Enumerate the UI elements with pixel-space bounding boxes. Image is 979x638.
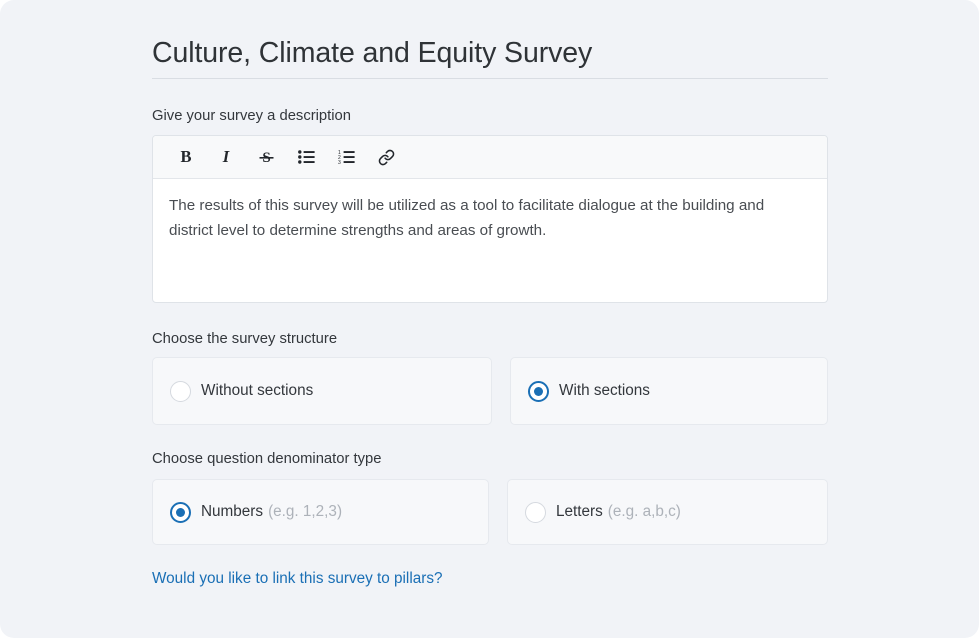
link-survey-to-pillars-link[interactable]: Would you like to link this survey to pi… — [152, 569, 442, 589]
structure-option-without-sections[interactable]: Without sections — [152, 357, 492, 425]
denominator-option-numbers[interactable]: Numbers (e.g. 1,2,3) — [152, 479, 489, 545]
description-label: Give your survey a description — [152, 108, 352, 124]
denominator-label: Choose question denominator type — [152, 451, 382, 467]
description-editor[interactable]: B I S 1 2 3 The results of this survey w… — [152, 135, 828, 303]
radio-selected-icon[interactable] — [528, 380, 549, 402]
italic-icon[interactable]: I — [206, 141, 246, 173]
numbered-list-icon[interactable]: 1 2 3 — [326, 141, 366, 173]
denominator-option-hint: (e.g. 1,2,3) — [268, 503, 343, 520]
bold-icon[interactable]: B — [166, 141, 206, 173]
structure-option-label: Without sections — [201, 382, 314, 399]
structure-option-label: With sections — [559, 382, 650, 399]
survey-setup-panel: Culture, Climate and Equity Survey Give … — [0, 0, 979, 638]
description-editor-body[interactable]: The results of this survey will be utili… — [153, 179, 827, 243]
editor-toolbar: B I S 1 2 3 — [153, 136, 827, 179]
link-icon[interactable] — [366, 141, 406, 173]
structure-option-with-sections[interactable]: With sections — [510, 357, 828, 425]
denominator-option-hint: (e.g. a,b,c) — [607, 503, 681, 520]
survey-title[interactable]: Culture, Climate and Equity Survey — [152, 32, 828, 79]
denominator-options: Numbers (e.g. 1,2,3) Letters (e.g. a,b,c… — [152, 479, 828, 545]
radio-unselected-icon[interactable] — [170, 380, 191, 402]
italic-glyph: I — [222, 147, 230, 166]
svg-text:3: 3 — [338, 160, 341, 164]
denominator-option-label: Letters — [556, 503, 603, 520]
radio-selected-icon[interactable] — [170, 501, 191, 523]
strikethrough-icon[interactable]: S — [246, 141, 286, 173]
bold-glyph: B — [180, 146, 192, 166]
structure-options: Without sections With sections — [152, 357, 828, 425]
description-text: The results of this survey will be utili… — [169, 197, 765, 239]
structure-label: Choose the survey structure — [152, 331, 338, 347]
denominator-option-letters[interactable]: Letters (e.g. a,b,c) — [507, 479, 828, 545]
denominator-option-label: Numbers — [201, 503, 264, 520]
bullet-list-icon[interactable] — [286, 141, 326, 173]
radio-unselected-icon[interactable] — [525, 501, 546, 523]
